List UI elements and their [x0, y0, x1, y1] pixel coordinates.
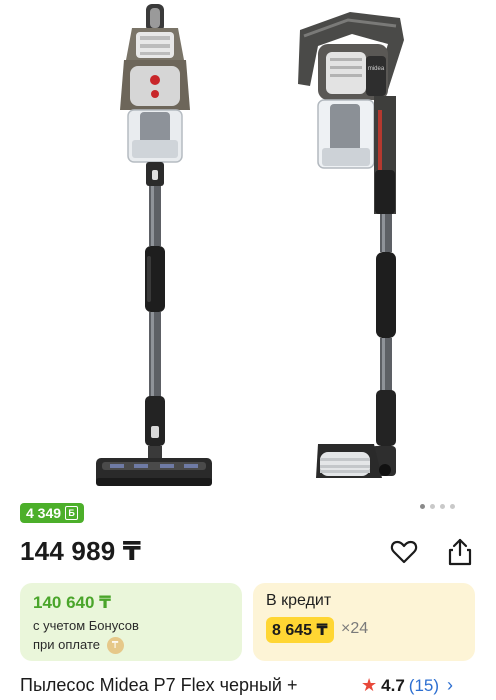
bonus-badge-value: 4 349 — [26, 505, 62, 521]
credit-monthly-amount: 8 645 ₸ — [266, 617, 334, 643]
bonus-price-note: с учетом Бонусов при оплате ₸ — [33, 616, 139, 655]
gallery-pagination[interactable] — [420, 504, 455, 509]
heart-icon — [390, 540, 418, 564]
gallery-dot-4[interactable] — [450, 504, 455, 509]
vacuum-front-image — [96, 4, 212, 486]
product-page: midea 4 349 Б 144 989 ₸ 140 640 ₸ с учет… — [0, 0, 496, 700]
share-icon — [448, 538, 472, 566]
product-image-gallery[interactable]: midea — [0, 0, 496, 500]
bonus-badge: 4 349 Б — [20, 503, 85, 523]
bonus-b-icon: Б — [65, 506, 79, 520]
credit-term: ×24 — [341, 620, 369, 637]
gallery-dot-1[interactable] — [420, 504, 425, 509]
svg-text:midea: midea — [368, 66, 385, 72]
chevron-right-icon[interactable]: › — [447, 675, 453, 696]
reviews-count[interactable]: (15) — [409, 676, 439, 696]
gallery-dot-2[interactable] — [430, 504, 435, 509]
bonus-price-card[interactable]: 140 640 ₸ с учетом Бонусов при оплате ₸ — [20, 583, 242, 661]
kaspi-coin-icon: ₸ — [106, 637, 124, 655]
star-icon: ★ — [361, 675, 378, 695]
product-rating[interactable]: ★ 4.7 (15) › — [361, 675, 453, 696]
bonus-note-line1: с учетом Бонусов — [33, 618, 139, 633]
product-price: 144 989 ₸ — [20, 536, 142, 566]
gallery-dot-3[interactable] — [440, 504, 445, 509]
bonus-price-value: 140 640 ₸ — [33, 593, 112, 612]
favorite-button[interactable] — [388, 536, 420, 568]
bonus-note-line2: при оплате — [33, 637, 100, 652]
bonus-note-line2-wrap: при оплате ₸ — [33, 635, 139, 655]
rating-value: 4.7 — [381, 675, 405, 695]
share-button[interactable] — [444, 536, 476, 568]
credit-title: В кредит — [266, 592, 332, 609]
vacuum-side-image: midea — [298, 12, 404, 478]
credit-card[interactable]: В кредит 8 645 ₸ ×24 — [253, 583, 475, 661]
